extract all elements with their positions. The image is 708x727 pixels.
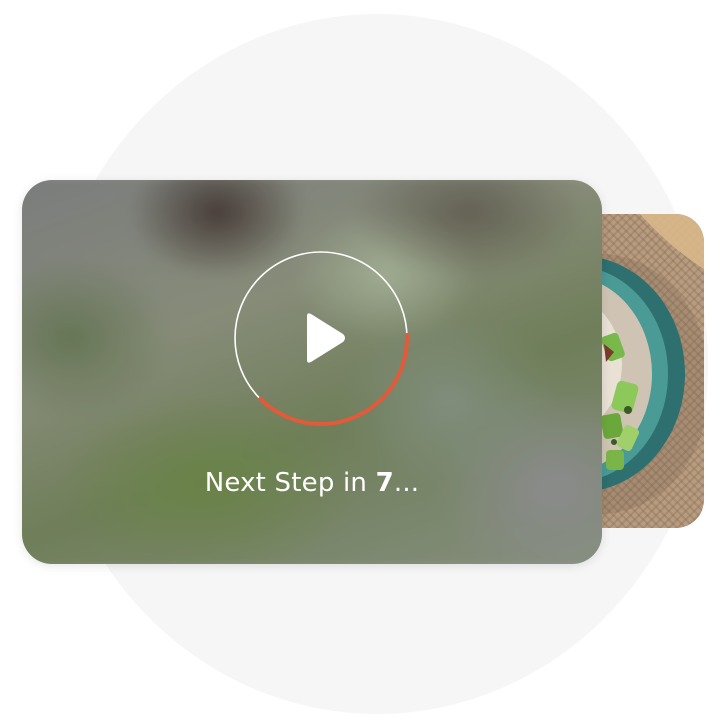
recipe-step-player: Next Step in 7... (0, 0, 708, 727)
video-player[interactable]: Next Step in 7... (22, 180, 602, 564)
countdown-number: 7 (375, 468, 394, 498)
play-icon (307, 313, 345, 363)
caption-suffix: ... (393, 468, 420, 498)
caption-prefix: Next Step in (204, 468, 376, 498)
next-step-caption: Next Step in 7... (22, 468, 602, 498)
play-button[interactable] (233, 250, 409, 426)
